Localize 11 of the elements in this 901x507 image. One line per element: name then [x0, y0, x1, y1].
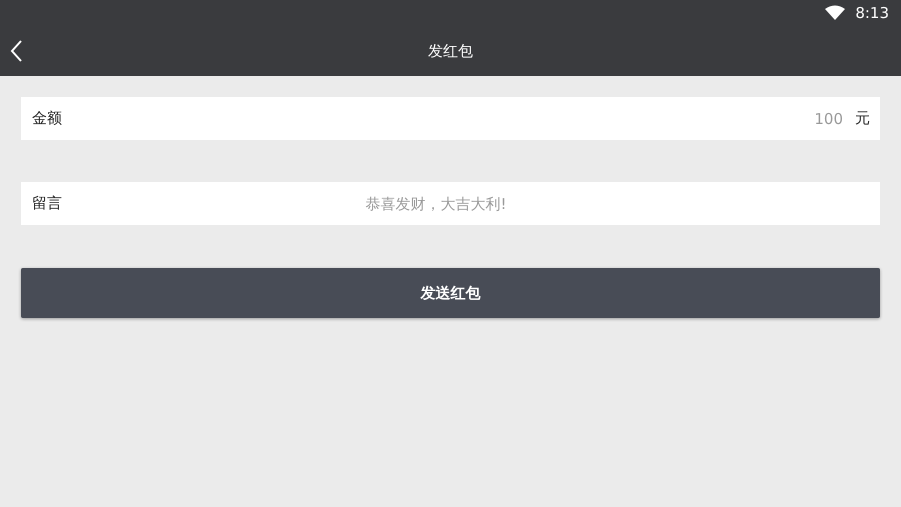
- wifi-icon: [825, 5, 846, 21]
- currency-unit: 元: [855, 109, 870, 128]
- send-button[interactable]: 发送红包: [21, 268, 880, 318]
- message-input[interactable]: 恭喜发财，大吉大利!: [62, 194, 810, 214]
- message-label: 留言: [32, 194, 62, 213]
- amount-label: 金额: [32, 109, 62, 128]
- amount-input[interactable]: 100: [62, 108, 845, 128]
- amount-field[interactable]: 金额 100 元: [21, 97, 880, 140]
- page-title: 发红包: [428, 42, 473, 60]
- clock-time: 8:13: [855, 4, 889, 22]
- message-field[interactable]: 留言 恭喜发财，大吉大利!: [21, 182, 880, 225]
